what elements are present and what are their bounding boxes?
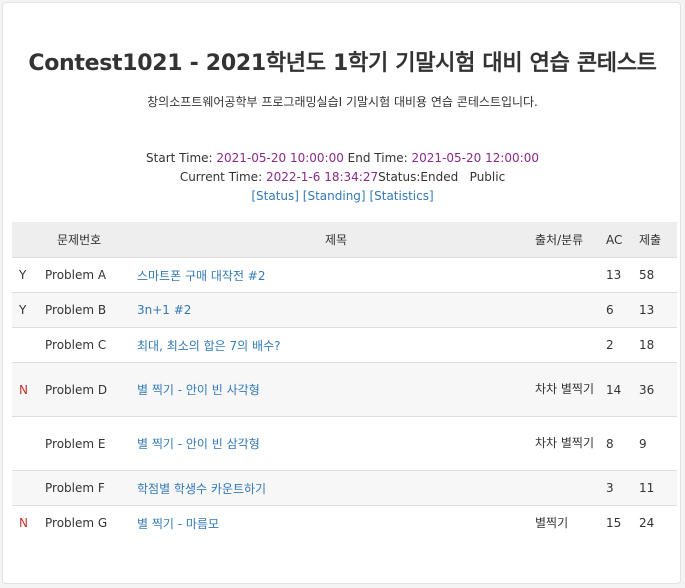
- table-row: N Problem G 별 찍기 - 마름모 별찍기 15 24: [12, 505, 677, 541]
- row-ac: 15: [606, 516, 622, 531]
- row-source: 차차 별찍기: [535, 382, 595, 396]
- row-submit: 13: [639, 303, 655, 317]
- row-status: N: [19, 516, 28, 531]
- row-ac: 6: [606, 303, 614, 317]
- row-status: Y: [19, 268, 27, 282]
- row-ac: 13: [606, 268, 622, 282]
- row-status: N: [19, 382, 28, 397]
- status-label: Status:: [378, 170, 421, 184]
- table-row: N Problem D 별 찍기 - 안이 빈 사각형 차차 별찍기 14 36: [12, 362, 677, 417]
- contest-panel: Contest1021 - 2021학년도 1학기 기말시험 대비 연습 콘테스…: [2, 2, 681, 584]
- end-time-value: 2021-05-20 12:00:00: [411, 151, 539, 165]
- header-source: 출처/분류: [535, 233, 584, 247]
- table-row: Y Problem B 3n+1 #2 6 13: [12, 292, 677, 328]
- row-source: [535, 293, 606, 328]
- visibility-badge: Public: [469, 170, 506, 184]
- row-ac: 2: [606, 338, 614, 352]
- row-submit: 9: [639, 436, 647, 451]
- end-time-label: End Time:: [347, 151, 408, 165]
- row-status: [12, 471, 43, 506]
- row-status: Y: [19, 303, 27, 317]
- statistics-link[interactable]: [Statistics]: [369, 189, 433, 203]
- row-problem-id: Problem G: [45, 516, 108, 531]
- row-source: 차차 별찍기: [535, 436, 595, 450]
- row-ac: 14: [606, 382, 622, 397]
- header-status: [12, 222, 43, 258]
- row-problem-id: Problem F: [45, 481, 105, 495]
- contest-links: [Status] [Standing] [Statistics]: [3, 187, 682, 206]
- header-title: 제목: [324, 233, 348, 247]
- row-source: 별찍기: [535, 515, 569, 530]
- contest-info: Start Time: 2021-05-20 10:00:00 End Time…: [3, 149, 682, 206]
- header-submit: 제출: [639, 233, 662, 247]
- standing-link[interactable]: [Standing]: [303, 189, 366, 203]
- row-problem-id: Problem B: [45, 303, 107, 317]
- current-time-value: 2022-1-6 18:34:27: [265, 170, 379, 184]
- status-link[interactable]: [Status]: [251, 189, 299, 203]
- row-submit: 18: [639, 338, 655, 352]
- row-status: [12, 417, 43, 471]
- header-problem-id: 문제번호: [57, 233, 102, 247]
- problem-link[interactable]: 최대, 최소의 합은 7의 배수?: [137, 339, 280, 353]
- status-value: Ended: [420, 170, 459, 184]
- row-status: [12, 328, 43, 363]
- current-time-label: Current Time:: [179, 170, 263, 184]
- table-row: Problem C 최대, 최소의 합은 7의 배수? 2 18: [12, 327, 677, 363]
- row-submit: 58: [639, 268, 655, 282]
- table-row: Problem E 별 찍기 - 안이 빈 삼각형 차차 별찍기 8 9: [12, 416, 677, 471]
- problem-link[interactable]: 별 찍기 - 안이 빈 사각형: [137, 383, 260, 397]
- row-source: [535, 471, 606, 506]
- header-ac: AC: [606, 232, 623, 247]
- start-time-value: 2021-05-20 10:00:00: [216, 151, 344, 165]
- problem-link[interactable]: 3n+1 #2: [137, 303, 191, 317]
- table-row: Y Problem A 스마트폰 구매 대작전 #2 13 58: [12, 257, 677, 293]
- problem-link[interactable]: 별 찍기 - 안이 빈 삼각형: [137, 437, 260, 451]
- problem-link[interactable]: 별 찍기 - 마름모: [137, 517, 219, 531]
- row-source: [535, 328, 606, 363]
- row-ac: 3: [606, 481, 614, 495]
- row-source: [535, 258, 606, 293]
- row-problem-id: Problem E: [45, 436, 106, 451]
- row-submit: 36: [639, 382, 655, 397]
- row-ac: 8: [606, 436, 614, 451]
- row-problem-id: Problem C: [45, 338, 107, 352]
- row-problem-id: Problem D: [45, 382, 108, 397]
- contest-title: Contest1021 - 2021학년도 1학기 기말시험 대비 연습 콘테스…: [28, 51, 657, 76]
- time-line-1: Start Time: 2021-05-20 10:00:00 End Time…: [3, 149, 682, 168]
- time-line-2: Current Time: 2022-1-6 18:34:27Status:En…: [3, 168, 682, 187]
- row-problem-id: Problem A: [45, 268, 107, 282]
- row-submit: 24: [639, 516, 655, 531]
- problem-link[interactable]: 학점별 학생수 카운트하기: [137, 482, 266, 496]
- start-time-label: Start Time:: [146, 151, 213, 165]
- problem-table: 문제번호 제목 출처/분류 AC 제출 Y Problem A 스마트폰 구매 …: [12, 222, 677, 541]
- row-submit: 11: [639, 481, 655, 495]
- table-header: 문제번호 제목 출처/분류 AC 제출: [12, 222, 677, 258]
- problem-link[interactable]: 스마트폰 구매 대작전 #2: [137, 269, 266, 283]
- contest-description: 창의소프트웨어공학부 프로그래밍실습I 기말시험 대비용 연습 콘테스트입니다.: [147, 95, 538, 109]
- table-row: Problem F 학점별 학생수 카운트하기 3 11: [12, 470, 677, 506]
